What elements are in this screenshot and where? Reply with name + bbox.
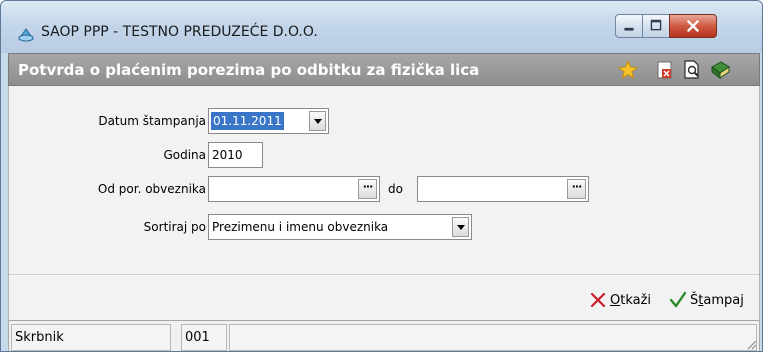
minimize-icon bbox=[624, 27, 634, 31]
chevron-down-icon[interactable] bbox=[309, 111, 326, 131]
maximize-button[interactable] bbox=[642, 14, 670, 38]
to-taxpayer-input[interactable]: ··· bbox=[417, 176, 589, 202]
checkmark-icon bbox=[669, 291, 687, 308]
form-title: Potvrda o plaćenim porezima po odbitku z… bbox=[18, 61, 480, 79]
minimize-button[interactable] bbox=[615, 14, 643, 38]
print-date-dropdown[interactable]: 01.11.2011 bbox=[208, 108, 329, 134]
print-preview-icon bbox=[684, 60, 699, 79]
sort-by-value: Prezimenu i imenu obveznika bbox=[212, 220, 389, 234]
book-button[interactable] bbox=[709, 59, 731, 81]
delete-document-icon bbox=[657, 61, 672, 79]
cancel-button[interactable]: Otkaži bbox=[589, 289, 651, 311]
print-label: Štampaj bbox=[690, 292, 744, 308]
status-bar: Skrbnik 001 bbox=[8, 320, 760, 351]
divider bbox=[9, 274, 759, 275]
to-taxpayer-label: do bbox=[388, 182, 403, 196]
form-panel: Datum štampanja 01.11.2011 Godina 2010 O… bbox=[8, 86, 760, 320]
book-icon bbox=[711, 61, 730, 79]
close-icon bbox=[687, 20, 699, 32]
year-input[interactable]: 2010 bbox=[208, 142, 263, 168]
chevron-down-icon[interactable] bbox=[452, 217, 469, 237]
delete-document-button[interactable] bbox=[654, 59, 676, 81]
app-logo-icon bbox=[18, 28, 34, 42]
status-info bbox=[229, 324, 757, 351]
browse-from-button[interactable]: ··· bbox=[358, 179, 377, 199]
print-date-label: Datum štampanja bbox=[98, 114, 206, 128]
sort-by-dropdown[interactable]: Prezimenu i imenu obveznika bbox=[208, 214, 472, 240]
sort-by-label: Sortiraj po bbox=[143, 220, 206, 234]
year-label: Godina bbox=[163, 148, 206, 162]
resize-grip-icon[interactable] bbox=[745, 338, 757, 350]
from-taxpayer-input[interactable]: ··· bbox=[208, 176, 380, 202]
cancel-label: Otkaži bbox=[610, 292, 652, 308]
favorite-button[interactable] bbox=[617, 59, 639, 81]
window-title: SAOP PPP - TESTNO PREDUZEĆE D.O.O. bbox=[41, 24, 318, 40]
cancel-icon bbox=[590, 292, 606, 308]
status-code: 001 bbox=[181, 324, 227, 351]
status-user: Skrbnik bbox=[11, 324, 171, 351]
print-button[interactable]: Štampaj bbox=[669, 289, 744, 311]
print-date-value: 01.11.2011 bbox=[211, 112, 284, 130]
browse-to-button[interactable]: ··· bbox=[567, 179, 586, 199]
print-preview-button[interactable] bbox=[681, 59, 703, 81]
star-icon bbox=[617, 59, 639, 80]
from-taxpayer-label: Od por. obveznika bbox=[97, 182, 206, 196]
maximize-icon bbox=[650, 19, 662, 31]
application-window: SAOP PPP - TESTNO PREDUZEĆE D.O.O. Potvr… bbox=[0, 0, 763, 352]
close-button[interactable] bbox=[669, 14, 717, 38]
title-bar[interactable]: SAOP PPP - TESTNO PREDUZEĆE D.O.O. bbox=[1, 1, 762, 53]
form-header: Potvrda o plaćenim porezima po odbitku z… bbox=[8, 53, 760, 86]
